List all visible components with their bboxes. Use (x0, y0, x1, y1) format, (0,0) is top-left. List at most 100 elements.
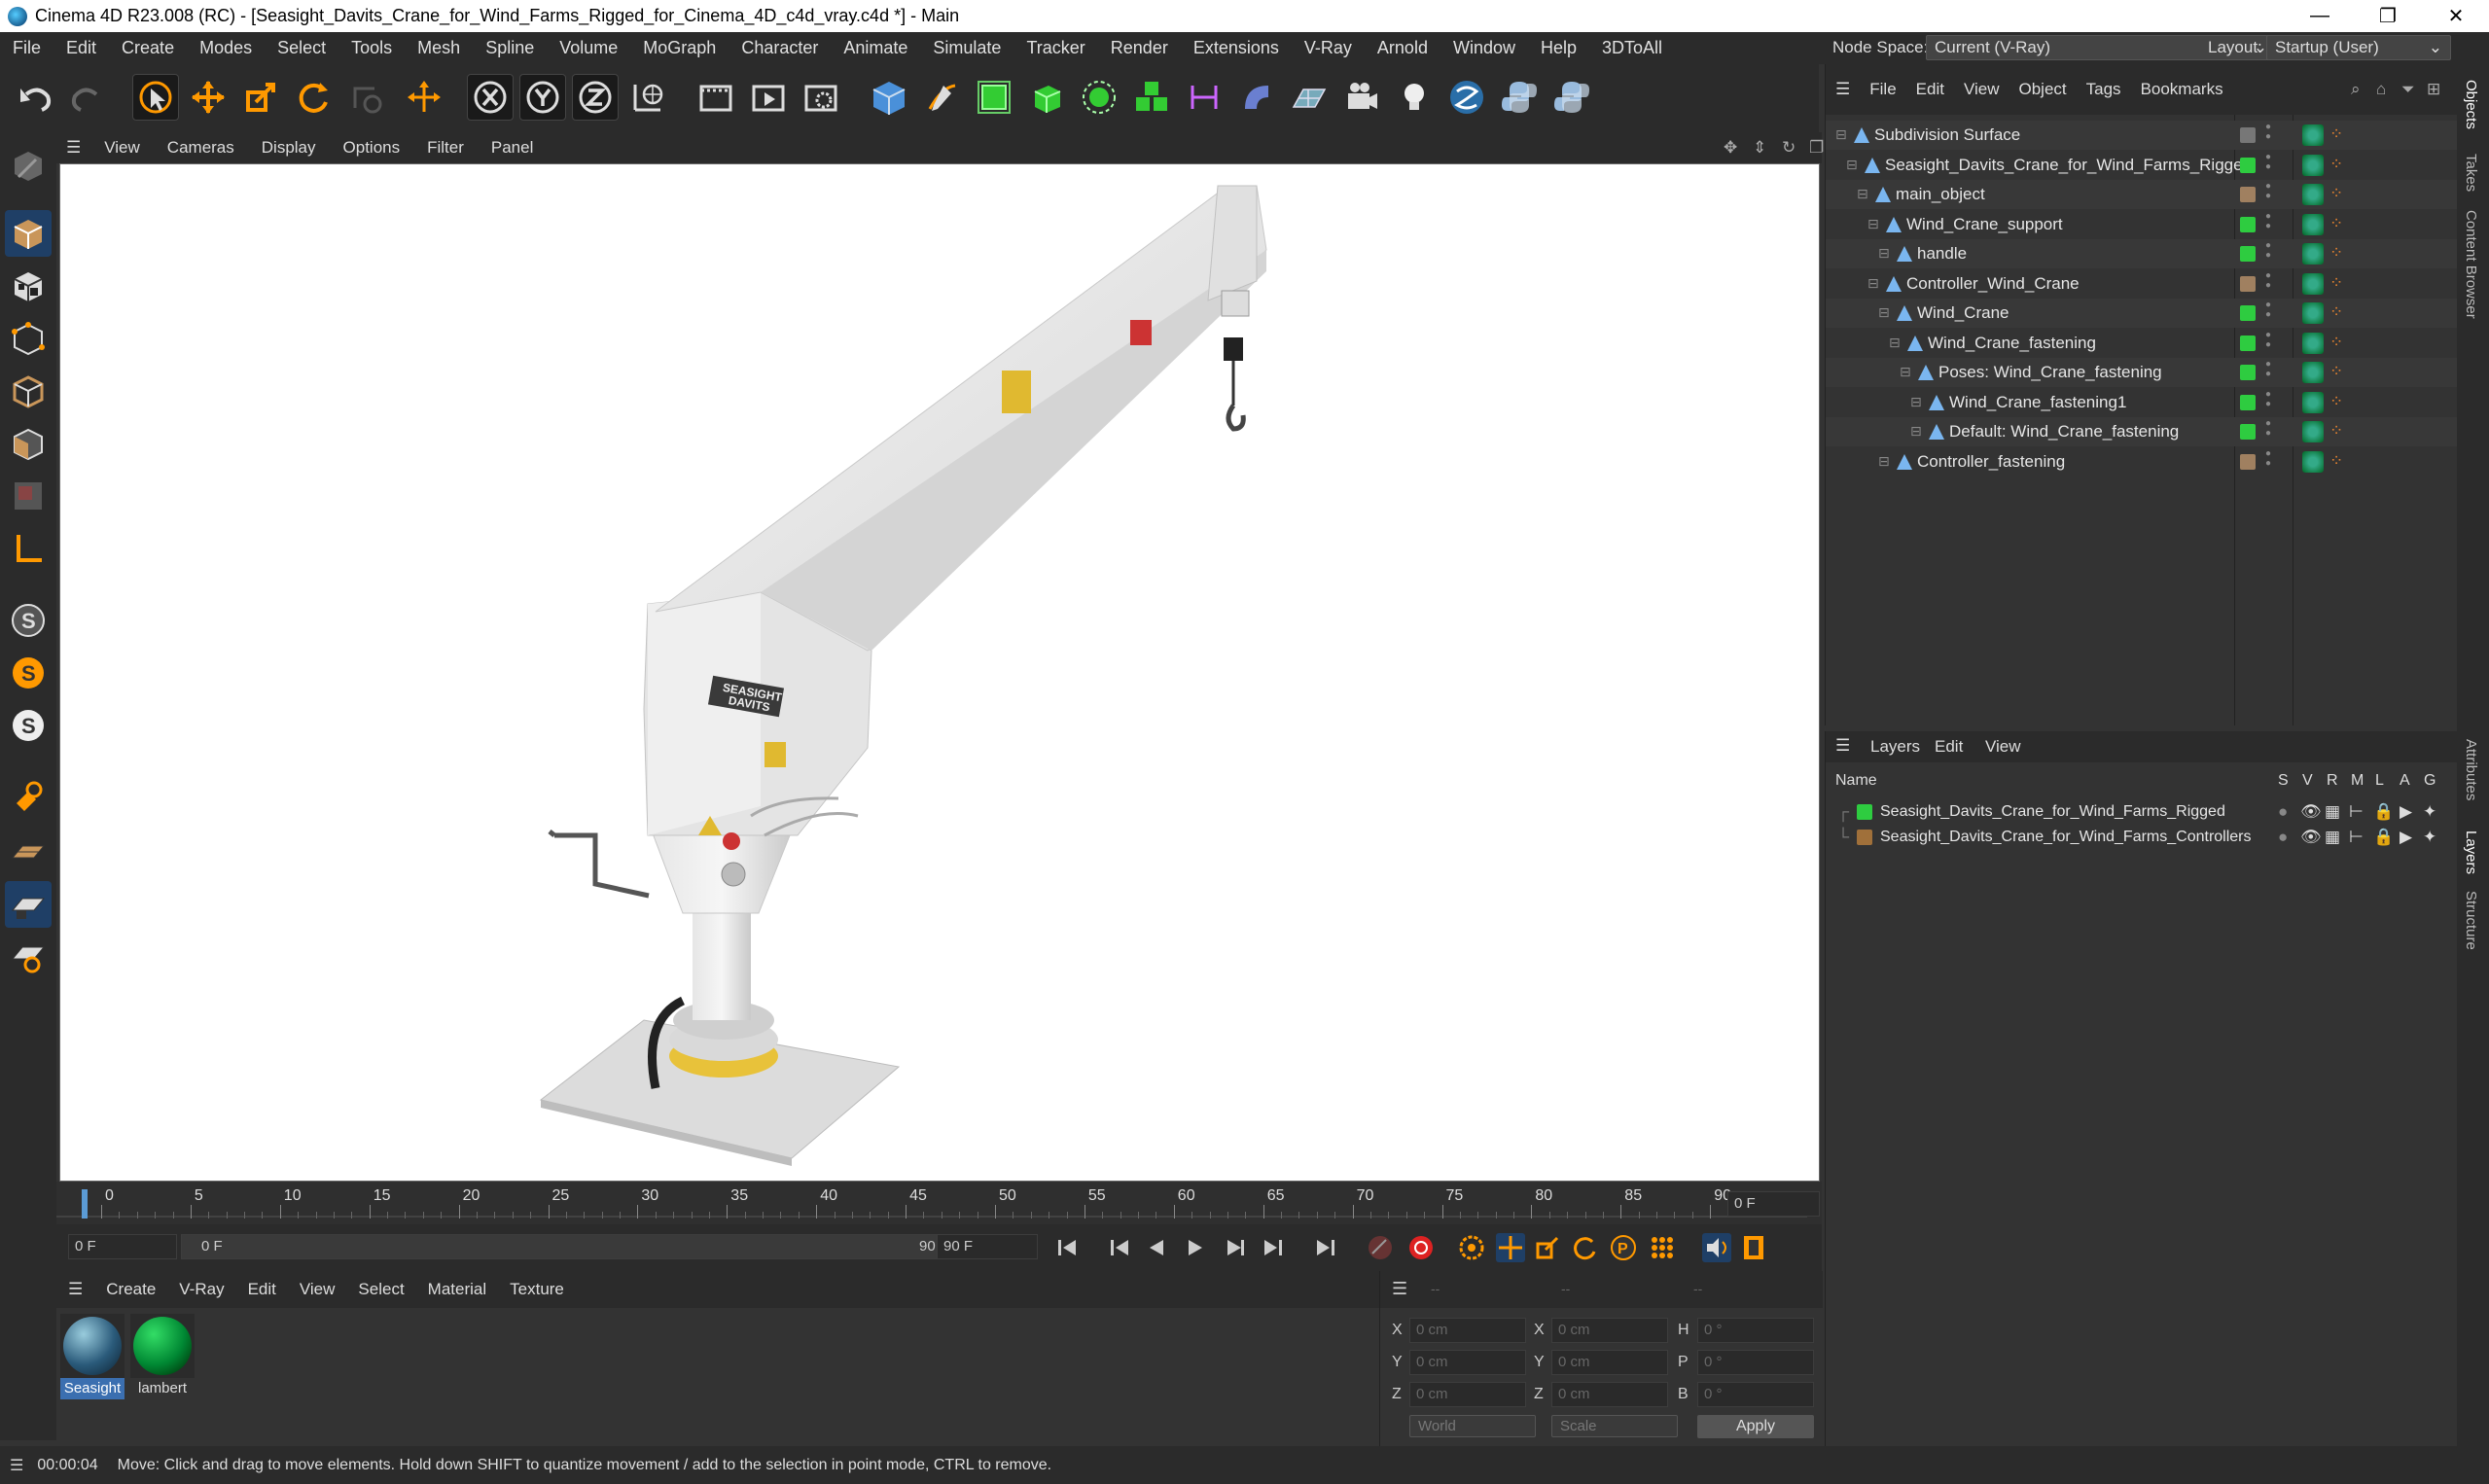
3d-viewport[interactable]: SEASIGHT DAVITS (59, 163, 1820, 1182)
minimize-button[interactable]: — (2286, 0, 2354, 32)
cube-object-icon[interactable] (866, 74, 912, 121)
select-tool-icon[interactable] (132, 74, 179, 121)
menu-animate[interactable]: Animate (831, 38, 920, 58)
move-tool-icon[interactable] (185, 74, 231, 121)
menu-window[interactable]: Window (1440, 38, 1528, 58)
uv-mode-icon[interactable] (5, 473, 52, 519)
menu-edit[interactable]: Edit (53, 38, 109, 58)
menu-file[interactable]: File (0, 38, 53, 58)
material-menu-view[interactable]: View (288, 1280, 347, 1299)
pen-spline-icon[interactable] (918, 74, 965, 121)
visible-eye-icon[interactable]: 👁 (2300, 802, 2322, 822)
next-frame-icon[interactable] (1220, 1233, 1249, 1262)
rig-tag-icon[interactable]: ⁘ (2329, 214, 2343, 233)
hamburger-menu-icon[interactable]: ☰ (56, 138, 90, 158)
menu-volume[interactable]: Volume (547, 38, 630, 58)
make-editable-icon[interactable] (5, 142, 52, 189)
layer-color-swatch[interactable] (2240, 246, 2256, 262)
axis-mode-icon[interactable] (5, 525, 52, 572)
record-active-objects-icon[interactable] (1366, 1233, 1395, 1262)
object-row[interactable]: ⊟ Wind_Crane_fastening ● ● ⁘ (1826, 329, 2458, 358)
layer-color-swatch[interactable] (2240, 335, 2256, 351)
rot-p-field[interactable]: 0 ° (1697, 1350, 1814, 1375)
redo-icon[interactable] (64, 74, 111, 121)
size-z-field[interactable]: 0 cm (1551, 1382, 1668, 1407)
previous-key-icon[interactable] (1105, 1233, 1134, 1262)
key-parameter-icon[interactable]: P (1609, 1233, 1638, 1262)
rig-tag-icon[interactable]: ⁘ (2329, 392, 2343, 411)
material-tag-icon[interactable] (2302, 154, 2324, 176)
previous-frame-icon[interactable] (1142, 1233, 1171, 1262)
end-frame-field[interactable]: 90 F (937, 1234, 1038, 1259)
menu-mesh[interactable]: Mesh (405, 38, 473, 58)
material-tag-icon[interactable] (2302, 184, 2324, 205)
tab-structure[interactable]: Structure (2463, 891, 2479, 950)
apply-button[interactable]: Apply (1697, 1415, 1814, 1438)
tab-layers[interactable]: Layers (2463, 830, 2479, 874)
go-to-start-icon[interactable] (1052, 1233, 1082, 1262)
close-button[interactable]: ✕ (2422, 0, 2489, 32)
menu-select[interactable]: Select (265, 38, 338, 58)
coordinate-space-dropdown[interactable]: World (1409, 1415, 1536, 1437)
object-row[interactable]: ⊟ Wind_Crane ● ● ⁘ (1826, 299, 2458, 328)
workplane-icon[interactable] (5, 829, 52, 875)
expand-toggle-icon[interactable]: ⊟ (1878, 453, 1890, 470)
key-pla-icon[interactable] (1648, 1233, 1677, 1262)
animation-play-icon[interactable]: ▶ (2400, 828, 2412, 847)
object-row[interactable]: ⊟ handle ● ● ⁘ (1826, 239, 2458, 268)
material-menu-vray[interactable]: V-Ray (167, 1280, 235, 1299)
rig-tag-icon[interactable]: ⁘ (2329, 421, 2343, 441)
rig-tag-icon[interactable]: ⁘ (2329, 155, 2343, 174)
expand-toggle-icon[interactable]: ⊟ (1910, 394, 1922, 410)
layout-dropdown[interactable]: Startup (User) ⌄ (2266, 35, 2451, 60)
visibility-dots-icon[interactable]: ● ● (2265, 152, 2271, 172)
layer-color-swatch[interactable] (2240, 365, 2256, 380)
key-rotation-icon[interactable] (1570, 1233, 1599, 1262)
sound-icon[interactable] (1702, 1233, 1731, 1262)
visible-eye-icon[interactable]: 👁 (2300, 828, 2322, 847)
layer-color-swatch[interactable] (1857, 804, 1872, 820)
workplane-snap-icon[interactable]: S (5, 702, 52, 749)
tab-objects[interactable]: Objects (2463, 80, 2479, 129)
layer-color-swatch[interactable] (2240, 187, 2256, 202)
expand-toggle-icon[interactable]: ⊟ (1878, 245, 1890, 262)
object-row[interactable]: ⊟ Default: Wind_Crane_fastening ● ● ⁘ (1826, 417, 2458, 446)
timeline-icon[interactable] (1739, 1233, 1768, 1262)
material-menu-texture[interactable]: Texture (498, 1280, 576, 1299)
expand-toggle-icon[interactable]: ⊟ (1835, 126, 1847, 143)
manager-tree-icon[interactable]: ⊢ (2349, 828, 2364, 847)
material-tag-icon[interactable] (2302, 272, 2324, 295)
material-swatch-lambert[interactable]: lambert (130, 1314, 195, 1401)
object-row[interactable]: ⊟ main_object ● ● ⁘ (1826, 180, 2458, 209)
vray-icon[interactable] (1443, 74, 1490, 121)
visibility-dots-icon[interactable]: ● ● (2265, 241, 2271, 261)
deformer-icon[interactable] (1181, 74, 1227, 121)
menu-create[interactable]: Create (109, 38, 187, 58)
visibility-dots-icon[interactable]: ● ● (2265, 270, 2271, 291)
rig-tag-icon[interactable]: ⁘ (2329, 243, 2343, 263)
tab-takes[interactable]: Takes (2463, 154, 2479, 192)
scale-tool-icon[interactable] (237, 74, 284, 121)
lock-icon[interactable]: 🔒 (2373, 802, 2394, 822)
object-row[interactable]: ⊟ Wind_Crane_fastening1 ● ● ⁘ (1826, 388, 2458, 417)
key-position-icon[interactable] (1496, 1233, 1525, 1262)
object-menu-view[interactable]: View (1954, 80, 2009, 99)
preview-range-slider[interactable]: 0 F 90 F (181, 1234, 969, 1259)
hamburger-menu-icon[interactable]: ☰ (1392, 1279, 1407, 1299)
subdivision-surface-icon[interactable] (971, 74, 1017, 121)
floor-environment-icon[interactable] (1286, 74, 1333, 121)
size-x-field[interactable]: 0 cm (1551, 1318, 1668, 1343)
generator-icon[interactable]: ✦ (2423, 802, 2436, 822)
z-axis-lock-icon[interactable] (572, 74, 619, 121)
viewport-menu-options[interactable]: Options (330, 138, 414, 158)
coordinate-system-icon[interactable] (624, 74, 671, 121)
menu-arnold[interactable]: Arnold (1365, 38, 1440, 58)
layer-row[interactable]: └ Seasight_Davits_Crane_for_Wind_Farms_C… (1826, 823, 2458, 852)
rig-tag-icon[interactable]: ⁘ (2329, 362, 2343, 381)
visibility-dots-icon[interactable]: ● ● (2265, 448, 2271, 469)
object-row[interactable]: ⊟ Controller_Wind_Crane ● ● ⁘ (1826, 269, 2458, 299)
light-icon[interactable] (1391, 74, 1438, 121)
camera-icon[interactable] (1338, 74, 1385, 121)
visibility-dots-icon[interactable]: ● ● (2265, 182, 2271, 201)
layer-color-swatch[interactable] (2240, 127, 2256, 143)
